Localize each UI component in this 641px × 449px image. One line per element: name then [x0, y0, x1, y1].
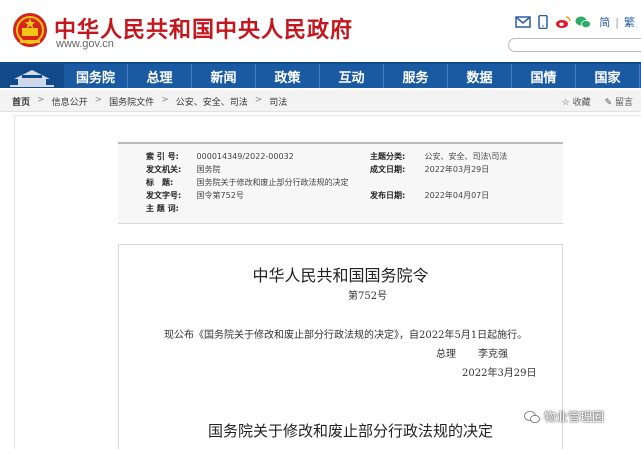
main-nav: 国务院 总理 新闻 政策 互动 服务 数据 国情 国家 [0, 62, 641, 88]
meta-value: 2022年03月29日 [424, 165, 490, 174]
national-emblem-icon[interactable] [12, 10, 48, 50]
signer-name: 李克强 [478, 349, 508, 360]
nav-item-policy[interactable]: 政策 [256, 64, 320, 88]
favorite-button[interactable]: ☆ 收藏 [562, 95, 591, 108]
meta-row-docno: 发文字号: 国令第752号 [146, 190, 244, 201]
wechat-watermark-icon [524, 410, 540, 423]
breadcrumb-item-security-judicial[interactable]: 公安、安全、司法 [176, 95, 248, 108]
decree-text: 现公布《国务院关于修改和废止部分行政法规的决定》，自2022年5月1日起施行。 [164, 330, 528, 341]
document-meta-table: 索 引 号: 000014349/2022-00032 主题分类: 公安、安全、… [118, 142, 563, 224]
lang-simplified-link[interactable]: 简 [599, 14, 610, 30]
breadcrumb-separator: > [161, 95, 169, 105]
nav-item-premier[interactable]: 总理 [128, 64, 192, 88]
meta-value: 国令第752号 [196, 191, 244, 200]
mobile-icon[interactable] [535, 15, 551, 29]
nav-home-button[interactable] [0, 64, 64, 88]
breadcrumb-separator: > [37, 95, 45, 105]
decree-number: 第752号 [348, 291, 388, 302]
mail-icon[interactable] [515, 15, 532, 29]
meta-row-index: 索 引 号: 000014349/2022-00032 [146, 151, 294, 162]
tiananmen-icon [10, 70, 54, 87]
meta-key: 成文日期: [370, 165, 406, 174]
breadcrumb-item-judicial[interactable]: 司法 [269, 95, 287, 108]
meta-key: 发文字号: [146, 191, 182, 200]
site-url[interactable]: www.gov.cn [56, 38, 114, 50]
breadcrumb-separator: > [254, 95, 263, 105]
meta-key: 主 题 词: [146, 204, 179, 213]
watermark-text: 物业管理圈 [544, 410, 605, 424]
meta-key: 发文机关: [146, 165, 182, 174]
decree-signature: 总理 李克强 [436, 345, 508, 360]
nav-item-state[interactable]: 国家 [576, 64, 640, 88]
lang-separator: | [615, 15, 619, 29]
meta-key: 主题分类: [370, 152, 406, 161]
meta-key: 标 题: [146, 178, 174, 187]
meta-key: 索 引 号: [146, 152, 179, 161]
meta-row-issuer: 发文机关: 国务院 [146, 164, 221, 175]
meta-value: 国务院关于修改和废止部分行政法规的决定 [196, 178, 349, 187]
search-input[interactable] [508, 38, 641, 52]
breadcrumb-separator: > [94, 95, 103, 105]
nav-item-national-info[interactable]: 国情 [512, 64, 576, 88]
meta-row-published: 发布日期: 2022年04月07日 [370, 190, 489, 201]
meta-row-category: 主题分类: 公安、安全、司法\司法 [370, 151, 507, 162]
breadcrumb-item-info-disclosure[interactable]: 信息公开 [52, 95, 88, 108]
nav-item-service[interactable]: 服务 [384, 64, 448, 88]
meta-row-keywords: 主 题 词: [146, 203, 194, 214]
nav-item-state-council[interactable]: 国务院 [64, 64, 128, 88]
nav-item-interaction[interactable]: 互动 [320, 64, 384, 88]
breadcrumb-bar: 首页 > 信息公开 > 国务院文件 > 公安、安全、司法 > 司法 ☆ 收藏 ✎… [0, 90, 641, 112]
nav-item-news[interactable]: 新闻 [192, 64, 256, 88]
top-icon-bar: 简 | 繁 [515, 14, 635, 30]
wechat-icon[interactable] [575, 15, 592, 29]
decision-heading: 国务院关于修改和废止部分行政法规的决定 [208, 422, 494, 440]
breadcrumb-item-council-docs[interactable]: 国务院文件 [109, 95, 154, 108]
meta-value: 国务院 [196, 165, 221, 174]
meta-value: 000014349/2022-00032 [196, 152, 294, 161]
breadcrumb: 首页 > 信息公开 > 国务院文件 > 公安、安全、司法 > 司法 [12, 95, 287, 108]
watermark: 物业管理圈 [524, 408, 604, 425]
lang-traditional-link[interactable]: 繁 [624, 14, 635, 30]
decree-title: 中华人民共和国国务院令 [252, 266, 429, 285]
meta-key: 发布日期: [370, 191, 406, 200]
meta-row-title: 标 题: 国务院关于修改和废止部分行政法规的决定 [146, 177, 349, 188]
decree-date: 2022年3月29日 [462, 368, 537, 379]
nav-item-data[interactable]: 数据 [448, 64, 512, 88]
breadcrumb-item-home[interactable]: 首页 [12, 95, 30, 108]
meta-row-created: 成文日期: 2022年03月29日 [370, 164, 489, 175]
page-actions: ☆ 收藏 ✎ 留言 [562, 95, 633, 108]
meta-value: 2022年04月07日 [424, 191, 490, 200]
site-header: 中华人民共和国中央人民政府 www.gov.cn 简 | 繁 [0, 0, 641, 62]
meta-value: 公安、安全、司法\司法 [424, 152, 508, 161]
comment-button[interactable]: ✎ 留言 [605, 95, 633, 108]
signer-role: 总理 [436, 349, 456, 360]
weibo-icon[interactable] [555, 15, 571, 29]
